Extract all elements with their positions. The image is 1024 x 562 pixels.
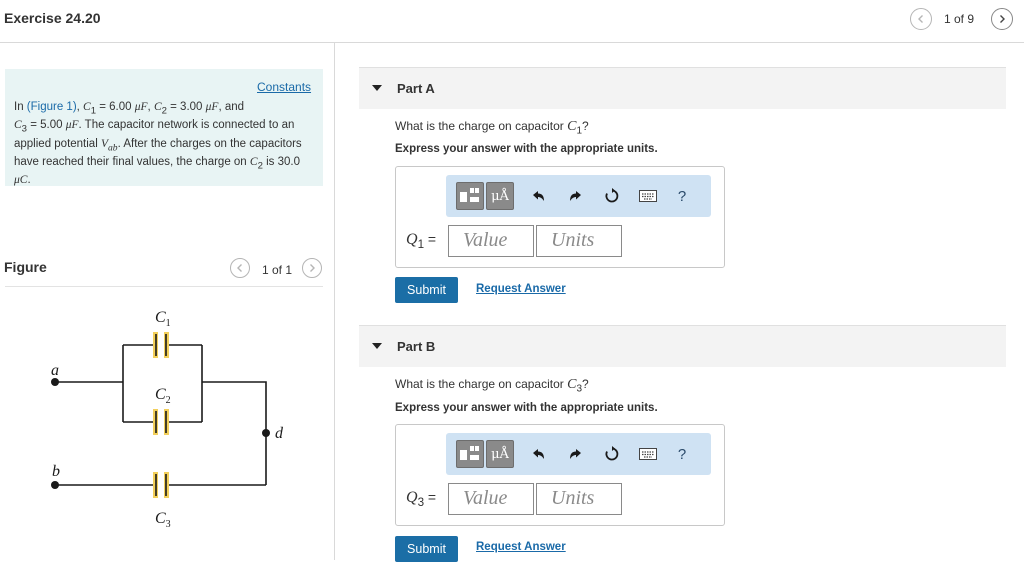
q1-units-input[interactable]: Units <box>536 225 622 257</box>
label-c3: C3 <box>155 510 171 530</box>
part-a-label: Part A <box>397 81 435 96</box>
units-button[interactable]: μÅ <box>486 440 514 468</box>
q1-label: Q1 = <box>406 231 437 251</box>
part-b-request-answer-link[interactable]: Request Answer <box>476 541 566 553</box>
part-a-answer-box: μÅ ? Q1 = Value Units <box>395 166 725 268</box>
part-a-header[interactable]: Part A <box>359 67 1006 109</box>
units-button[interactable]: μÅ <box>486 182 514 210</box>
part-a-instruction: Express your answer with the appropriate… <box>395 143 658 155</box>
undo-icon <box>533 191 544 201</box>
keyboard-icon <box>639 190 657 202</box>
q3-units-input[interactable]: Units <box>536 483 622 515</box>
circuit-diagram: C1 C2 C3 a b d <box>51 309 284 530</box>
next-exercise-button[interactable] <box>991 8 1013 30</box>
prev-exercise-button[interactable] <box>910 8 932 30</box>
chevron-right-icon <box>310 264 315 272</box>
undo-icon <box>533 449 544 459</box>
chevron-left-icon <box>237 264 242 272</box>
problem-text: In (Figure 1), C1 = 6.00 μF, C2 = 3.00 μ… <box>14 101 302 187</box>
part-a-request-answer-link[interactable]: Request Answer <box>476 283 566 295</box>
undo-button[interactable] <box>524 182 552 210</box>
template-button[interactable] <box>456 182 484 210</box>
figure-heading: Figure <box>4 259 47 275</box>
figure-count: 1 of 1 <box>262 263 293 277</box>
part-b-answer-box: μÅ ? Q3 = Value Units <box>395 424 725 526</box>
q3-value-input[interactable]: Value <box>448 483 534 515</box>
template-button[interactable] <box>456 440 484 468</box>
label-b: b <box>52 463 60 480</box>
math-toolbar: μÅ ? <box>446 175 711 217</box>
wire-to-d <box>202 381 267 485</box>
math-toolbar: μÅ ? <box>446 433 711 475</box>
label-c1: C1 <box>155 309 171 329</box>
figure-link[interactable]: (Figure 1) <box>27 101 77 113</box>
help-button[interactable]: ? <box>668 182 696 210</box>
terminal-b <box>51 481 59 489</box>
terminal-a <box>51 378 59 386</box>
part-b-instruction: Express your answer with the appropriate… <box>395 402 658 414</box>
collapse-triangle-icon <box>372 343 382 349</box>
capacitor-c2 <box>153 409 169 435</box>
figure-divider <box>5 286 323 287</box>
reset-button[interactable] <box>598 440 626 468</box>
reset-button[interactable] <box>598 182 626 210</box>
column-divider <box>334 43 335 560</box>
next-figure-button[interactable] <box>302 258 322 278</box>
reset-icon <box>605 446 619 461</box>
page-count: 1 of 9 <box>944 12 975 26</box>
template-icon <box>460 188 479 202</box>
capacitor-c3 <box>153 472 169 498</box>
chevron-right-icon <box>1000 15 1005 23</box>
redo-button[interactable] <box>562 182 590 210</box>
keyboard-icon <box>639 448 657 460</box>
help-button[interactable]: ? <box>668 440 696 468</box>
exercise-title: Exercise 24.20 <box>4 10 101 26</box>
label-c2: C2 <box>155 386 171 406</box>
q3-label: Q3 = <box>406 489 437 509</box>
part-b-label: Part B <box>397 339 436 354</box>
chevron-left-icon <box>918 15 923 23</box>
template-icon <box>460 446 479 460</box>
top-bar: Exercise 24.20 1 of 9 <box>0 0 1024 43</box>
part-b-submit-button[interactable]: Submit <box>395 536 458 562</box>
part-a-submit-button[interactable]: Submit <box>395 277 458 303</box>
keyboard-button[interactable] <box>634 182 662 210</box>
constants-link[interactable]: Constants <box>257 80 311 94</box>
keyboard-button[interactable] <box>634 440 662 468</box>
reset-icon <box>605 188 619 203</box>
part-b-question: What is the charge on capacitor C3? <box>395 377 589 395</box>
prev-figure-button[interactable] <box>230 258 250 278</box>
redo-button[interactable] <box>562 440 590 468</box>
capacitor-c1 <box>153 332 169 358</box>
part-b-header[interactable]: Part B <box>359 325 1006 367</box>
q1-value-input[interactable]: Value <box>448 225 534 257</box>
collapse-triangle-icon <box>372 85 382 91</box>
redo-icon <box>570 191 581 201</box>
redo-icon <box>570 449 581 459</box>
terminal-d <box>262 429 270 437</box>
label-a: a <box>51 362 59 379</box>
label-d: d <box>275 425 284 442</box>
undo-button[interactable] <box>524 440 552 468</box>
part-a-question: What is the charge on capacitor C1? <box>395 119 589 137</box>
